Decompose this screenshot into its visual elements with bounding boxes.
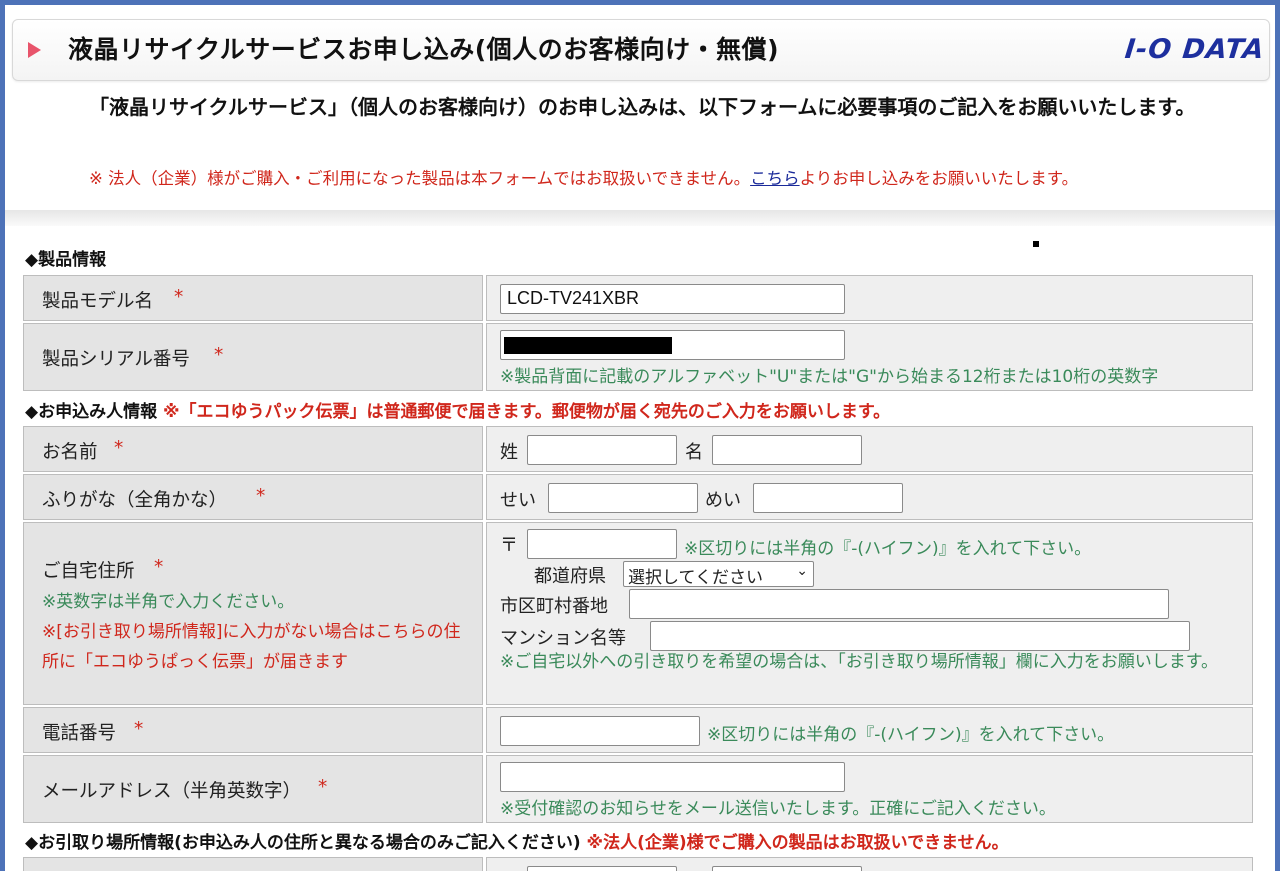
sei-input[interactable] bbox=[527, 435, 677, 465]
postal-hint: ※区切りには半角の『-(ハイフン)』を入れて下さい。 bbox=[684, 539, 1092, 559]
address-hint: ※ご自宅以外への引き取りを希望の場合は、「お引き取り場所情報」欄に入力をお願いし… bbox=[500, 652, 1219, 672]
serial-label: 製品シリアル番号 bbox=[42, 349, 190, 370]
postal-input[interactable] bbox=[527, 529, 677, 559]
row-phone: 電話番号 * ※区切りには半角の『-(ハイフン)』を入れて下さい。 bbox=[23, 707, 1253, 753]
address-note-1: ※英数字は半角で入力ください。 bbox=[42, 592, 295, 612]
required-mark: * bbox=[318, 777, 328, 798]
value-email: ※受付確認のお知らせをメール送信いたします。正確にご記入ください。 bbox=[486, 755, 1253, 823]
title-bar: 液晶リサイクルサービスお申し込み(個人のお客様向け・無償) I-O DATA bbox=[12, 19, 1270, 81]
required-mark: * bbox=[154, 557, 164, 578]
serial-input[interactable] bbox=[500, 330, 845, 360]
page-title: 液晶リサイクルサービスお申し込み(個人のお客様向け・無償) bbox=[68, 35, 780, 64]
row-serial: 製品シリアル番号 * ※製品背面に記載のアルファベット"U"または"G"から始ま… bbox=[23, 323, 1253, 391]
sei-label: 姓 bbox=[500, 442, 518, 463]
header-area: 液晶リサイクルサービスお申し込み(個人のお客様向け・無償) I-O DATA 「… bbox=[5, 5, 1275, 217]
value-furigana: せい めい bbox=[486, 474, 1253, 520]
row-address: ご自宅住所 * ※英数字は半角で入力ください。 ※[お引き取り場所情報]に入力が… bbox=[23, 522, 1253, 705]
sei-kana-label: せい bbox=[500, 490, 536, 511]
label-name: お名前 * bbox=[23, 426, 483, 472]
applicant-title: ◆お申込み人情報 bbox=[25, 402, 158, 422]
label-phone: 電話番号 * bbox=[23, 707, 483, 753]
phone-input[interactable] bbox=[500, 716, 700, 746]
row-product-model: 製品モデル名 * LCD-TV241XBR bbox=[23, 275, 1253, 321]
row-furigana: ふりがな（全角かな） * せい めい bbox=[23, 474, 1253, 520]
applicant-title-note: ※「エコゆうパック伝票」は普通郵便で届きます。郵便物が届く宛先のご入力をお願いし… bbox=[163, 402, 891, 422]
header-divider bbox=[5, 210, 1275, 226]
iodata-logo: I-O DATA bbox=[1123, 34, 1267, 65]
label-email: メールアドレス（半角英数字） * bbox=[23, 755, 483, 823]
label-serial: 製品シリアル番号 * bbox=[23, 323, 483, 391]
corporate-form-link[interactable]: こちら bbox=[750, 169, 800, 188]
sei-kana-input[interactable] bbox=[548, 483, 698, 513]
section-title-pickup: ◆お引取り場所情報(お申込み人の住所と異なる場合のみご記入ください) ※法人(企… bbox=[25, 828, 1009, 853]
prefecture-select[interactable]: 選択してください ⌄ bbox=[623, 561, 814, 588]
label-address: ご自宅住所 * ※英数字は半角で入力ください。 ※[お引き取り場所情報]に入力が… bbox=[23, 522, 483, 705]
value-pickup-name bbox=[486, 857, 1253, 871]
required-mark: * bbox=[114, 438, 124, 459]
section-title-product: ◆製品情報 bbox=[25, 250, 107, 270]
building-input[interactable] bbox=[650, 621, 1190, 651]
name-label: お名前 bbox=[42, 442, 98, 463]
required-mark: * bbox=[134, 719, 144, 740]
product-model-label: 製品モデル名 bbox=[42, 291, 154, 312]
email-label: メールアドレス（半角英数字） bbox=[42, 781, 302, 802]
city-label: 市区町村番地 bbox=[500, 596, 608, 617]
address-note-2: ※[お引き取り場所情報]に入力がない場合はこちらの住所に「エコゆうぱっく伝票」が… bbox=[42, 622, 461, 672]
row-name: お名前 * 姓 名 bbox=[23, 426, 1253, 472]
row-pickup-name bbox=[23, 857, 1253, 871]
value-name: 姓 名 bbox=[486, 426, 1253, 472]
building-label: マンション名等 bbox=[500, 628, 626, 649]
mei-input[interactable] bbox=[712, 435, 862, 465]
label-product-model: 製品モデル名 * bbox=[23, 275, 483, 321]
notice-post: よりお申し込みをお願いいたします。 bbox=[799, 169, 1079, 188]
product-model-input[interactable]: LCD-TV241XBR bbox=[500, 284, 845, 314]
page-frame: 液晶リサイクルサービスお申し込み(個人のお客様向け・無償) I-O DATA 「… bbox=[5, 5, 1275, 871]
prefecture-select-value: 選択してください bbox=[628, 568, 763, 588]
mei-kana-label: めい bbox=[705, 490, 741, 511]
pickup-title-note: ※法人(企業)様でご購入の製品はお取扱いできません。 bbox=[586, 833, 1009, 853]
pickup-sei-input[interactable] bbox=[527, 866, 677, 871]
section-title-applicant: ◆お申込み人情報 ※「エコゆうパック伝票」は普通郵便で届きます。郵便物が届く宛先… bbox=[25, 397, 890, 422]
notice-pre: ※ 法人（企業）様がご購入・ご利用になった製品は本フォームではお取扱いできません… bbox=[89, 169, 751, 188]
intro-text: 「液晶リサイクルサービス」（個人のお客様向け）のお申し込みは、以下フォームに必要… bbox=[89, 95, 1196, 119]
serial-hint: ※製品背面に記載のアルファベット"U"または"G"から始まる12桁または10桁の… bbox=[500, 367, 1159, 387]
label-furigana: ふりがな（全角かな） * bbox=[23, 474, 483, 520]
value-address: 〒 ※区切りには半角の『-(ハイフン)』を入れて下さい。 都道府県 選択してくだ… bbox=[486, 522, 1253, 705]
required-mark: * bbox=[256, 486, 266, 507]
pickup-mei-input[interactable] bbox=[712, 866, 862, 871]
value-phone: ※区切りには半角の『-(ハイフン)』を入れて下さい。 bbox=[486, 707, 1253, 753]
value-serial: ※製品背面に記載のアルファベット"U"または"G"から始まる12桁または10桁の… bbox=[486, 323, 1253, 391]
mei-label: 名 bbox=[685, 442, 703, 463]
phone-label: 電話番号 bbox=[42, 723, 117, 744]
required-mark: * bbox=[214, 345, 224, 366]
postal-mark: 〒 bbox=[500, 535, 518, 556]
pickup-title: ◆お引取り場所情報(お申込み人の住所と異なる場合のみご記入ください) bbox=[25, 833, 581, 853]
stray-dot bbox=[1033, 241, 1039, 247]
required-mark: * bbox=[174, 287, 184, 308]
prefecture-label: 都道府県 bbox=[534, 566, 606, 587]
label-pickup-name bbox=[23, 857, 483, 871]
arrow-right-icon bbox=[28, 42, 41, 58]
city-input[interactable] bbox=[629, 589, 1169, 619]
row-email: メールアドレス（半角英数字） * ※受付確認のお知らせをメール送信いたします。正… bbox=[23, 755, 1253, 823]
email-input[interactable] bbox=[500, 762, 845, 792]
corporate-notice: ※ 法人（企業）様がご購入・ご利用になった製品は本フォームではお取扱いできません… bbox=[89, 165, 1078, 189]
chevron-down-icon: ⌄ bbox=[796, 563, 808, 579]
value-product-model: LCD-TV241XBR bbox=[486, 275, 1253, 321]
address-label: ご自宅住所 bbox=[42, 561, 135, 582]
redacted-block bbox=[504, 337, 672, 354]
phone-hint: ※区切りには半角の『-(ハイフン)』を入れて下さい。 bbox=[707, 725, 1115, 745]
mei-kana-input[interactable] bbox=[753, 483, 903, 513]
email-hint: ※受付確認のお知らせをメール送信いたします。正確にご記入ください。 bbox=[500, 799, 1056, 819]
furigana-label: ふりがな（全角かな） bbox=[42, 490, 228, 511]
